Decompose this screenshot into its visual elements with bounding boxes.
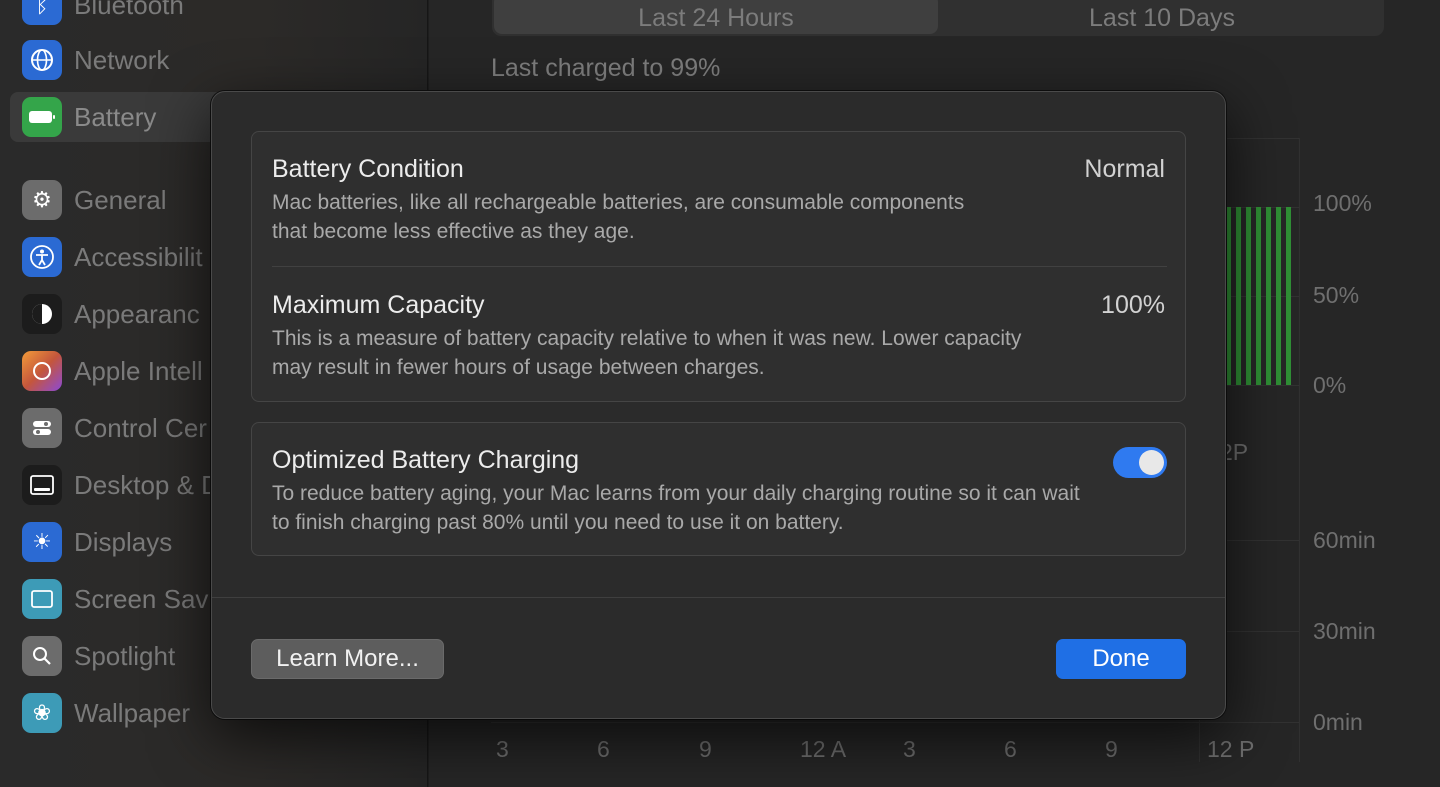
time-tick: 3 (903, 736, 916, 762)
sidebar-item-label: Battery (74, 101, 157, 132)
battery-condition-description: Mac batteries, like all rechargeable bat… (272, 191, 965, 243)
apple-intelligence-icon (22, 351, 62, 391)
done-button[interactable]: Done (1056, 639, 1186, 679)
battery-level-bar (1266, 207, 1271, 385)
time-tick: 12 A (800, 736, 847, 762)
spotlight-icon (22, 636, 62, 676)
time-tick: 9 (1105, 736, 1118, 762)
maximum-capacity-title: Maximum Capacity (272, 291, 485, 319)
wallpaper-icon: ❀ (22, 693, 62, 733)
battery-level-bars (1226, 207, 1291, 385)
row-divider (272, 266, 1167, 267)
sidebar-item-label: Screen Sav (74, 583, 209, 614)
sidebar-item-label: Displays (74, 526, 173, 557)
sidebar-item-label: Desktop & D (74, 469, 220, 500)
sidebar-item-label: Network (74, 44, 170, 75)
sidebar-item-network[interactable]: Network (10, 35, 420, 85)
desktop-dock-icon (22, 465, 62, 505)
level-axis-label: 50% (1313, 282, 1360, 308)
usage-axis-label: 30min (1313, 618, 1376, 644)
sidebar-item-bluetooth[interactable]: ᛒ Bluetooth (10, 0, 420, 30)
usage-axis-label: 60min (1313, 527, 1376, 553)
sidebar-item-label: Control Cer (74, 412, 207, 443)
learn-more-button[interactable]: Learn More... (251, 639, 444, 679)
last-charged-text: Last charged to 99% (491, 54, 721, 82)
gear-icon: ⚙ (22, 180, 62, 220)
battery-level-bar (1286, 207, 1291, 385)
usage-gridline (491, 722, 1299, 723)
system-settings-window: ᛒ Bluetooth Network Battery ⚙ General Ac… (0, 0, 1440, 787)
level-axis-label: 0% (1313, 372, 1347, 398)
sidebar-item-label: Bluetooth (74, 0, 184, 20)
sidebar-item-label: Apple Intell (74, 355, 203, 386)
sidebar-item-label: Spotlight (74, 640, 176, 671)
battery-level-bar (1256, 207, 1261, 385)
battery-level-bar (1276, 207, 1281, 385)
time-tick: 6 (1004, 736, 1017, 762)
level-axis-label: 100% (1313, 190, 1372, 216)
screen-saver-icon (22, 579, 62, 619)
usage-axis-label: 0min (1313, 709, 1363, 735)
time-tick: 3 (496, 736, 509, 762)
time-range-segmented-control: Last 24 Hours Last 10 Days (492, 0, 1384, 36)
appearance-icon (22, 294, 62, 334)
sidebar-item-label: Appearanc (74, 298, 200, 329)
time-tick: 6 (597, 736, 610, 762)
tab-last-24-hours[interactable]: Last 24 Hours (494, 0, 938, 34)
sidebar-item-label: Wallpaper (74, 697, 191, 728)
tab-last-10-days[interactable]: Last 10 Days (940, 0, 1384, 36)
time-tick: 12 P (1207, 736, 1255, 762)
optimized-charging-title: Optimized Battery Charging (272, 446, 580, 474)
battery-condition-title: Battery Condition (272, 155, 464, 183)
sidebar-item-label: General (74, 184, 167, 215)
optimized-charging-toggle[interactable] (1113, 447, 1167, 478)
footer-divider (212, 597, 1225, 598)
optimized-charging-card: Optimized Battery Charging To reduce bat… (251, 422, 1186, 556)
bluetooth-icon: ᛒ (22, 0, 62, 25)
time-tick: 9 (699, 736, 712, 762)
battery-health-card: Battery Condition Normal Mac batteries, … (251, 131, 1186, 402)
battery-level-bar (1236, 207, 1241, 385)
chart-right-edge (1299, 138, 1300, 762)
displays-icon: ☀ (22, 522, 62, 562)
toggle-knob (1139, 450, 1164, 475)
battery-health-sheet: Battery Condition Normal Mac batteries, … (211, 91, 1226, 719)
optimized-charging-description: To reduce battery aging, your Mac learns… (272, 482, 1080, 534)
battery-level-bar (1226, 207, 1231, 385)
battery-icon (22, 97, 62, 137)
battery-level-bar (1246, 207, 1251, 385)
accessibility-icon (22, 237, 62, 277)
sidebar-item-label: Accessibilit (74, 241, 203, 272)
control-center-icon (22, 408, 62, 448)
maximum-capacity-value: 100% (1101, 291, 1165, 319)
globe-icon (22, 40, 62, 80)
maximum-capacity-description: This is a measure of battery capacity re… (272, 327, 1022, 379)
battery-condition-value: Normal (1084, 155, 1165, 183)
